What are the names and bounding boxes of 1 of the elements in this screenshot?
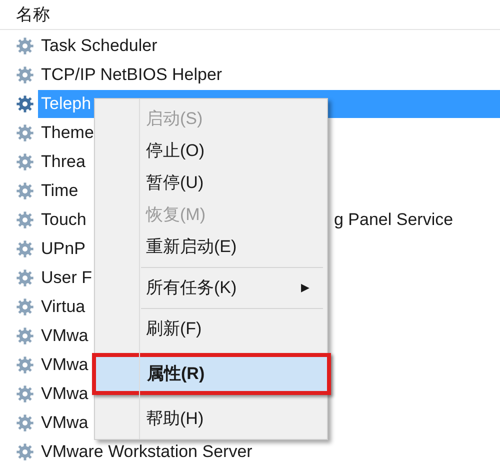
submenu-arrow: ▶ — [301, 280, 309, 296]
